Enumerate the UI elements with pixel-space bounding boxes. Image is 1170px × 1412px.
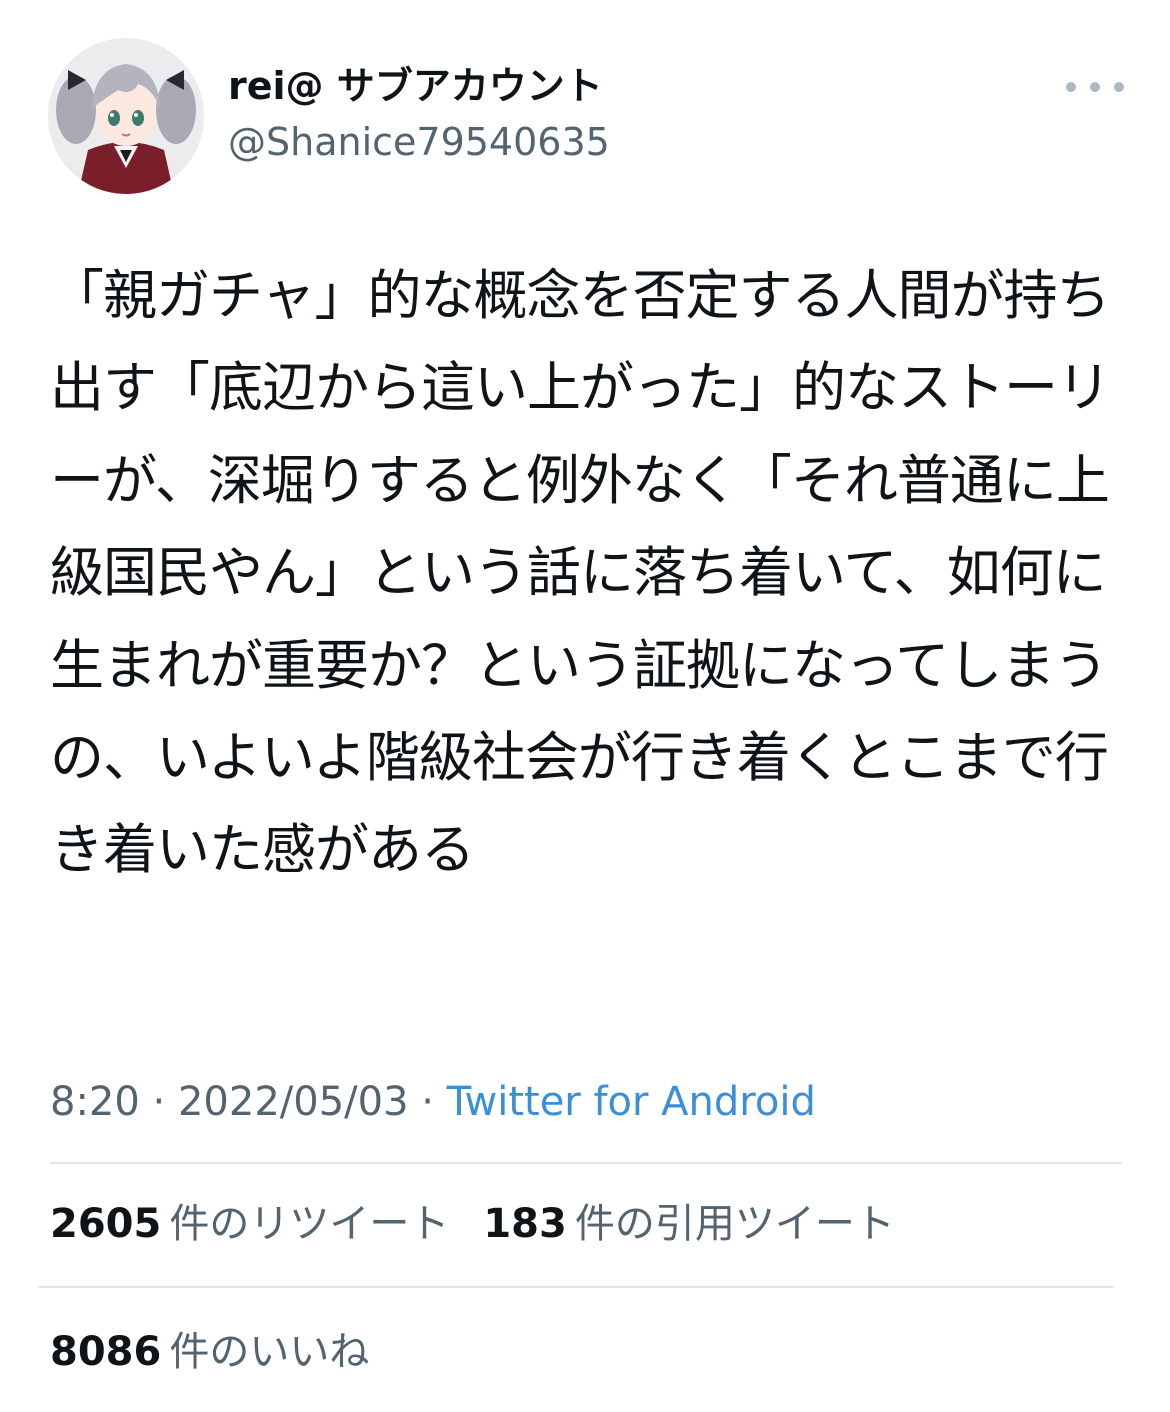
avatar[interactable] (48, 38, 204, 194)
likes-count: 8086 (50, 1329, 162, 1375)
tweet-time[interactable]: 8:20 (50, 1079, 140, 1125)
tweet-meta: 8:20 · 2022/05/03 · Twitter for Android (50, 1074, 816, 1130)
author-handle[interactable]: @Shanice79540635 (228, 116, 610, 168)
tweet-text: 「親ガチャ」的な概念を否定する人間が持ち出す「底辺から這い上がった」的なストーリ… (50, 264, 1111, 882)
meta-separator: · (152, 1079, 166, 1125)
likes-label: 件のいいね (169, 1329, 370, 1375)
more-horizontal-icon[interactable] (1066, 72, 1124, 102)
retweets-label: 件のリツイート (169, 1201, 450, 1247)
quotes-count: 183 (483, 1201, 567, 1247)
divider (38, 1286, 1114, 1288)
retweets-stat[interactable]: 2605 件のリツイート (50, 1196, 449, 1252)
quotes-label: 件の引用ツイート (574, 1201, 895, 1247)
more-dot (1090, 82, 1100, 92)
likes-stat[interactable]: 8086 件のいいね (50, 1324, 369, 1380)
stats-row-shares: 2605 件のリツイート 183 件の引用ツイート (50, 1196, 895, 1252)
more-dot (1066, 82, 1076, 92)
divider (50, 1162, 1122, 1164)
tweet-source-link[interactable]: Twitter for Android (447, 1079, 816, 1125)
retweets-count: 2605 (50, 1201, 162, 1247)
quotes-stat[interactable]: 183 件の引用ツイート (483, 1196, 895, 1252)
tweet-detail: rei@ サブアカウント @Shanice79540635 「親ガチャ」的な概念… (0, 0, 1170, 1412)
author-display-name[interactable]: rei@ サブアカウント (228, 60, 603, 112)
meta-separator: · (421, 1079, 434, 1125)
tweet-date[interactable]: 2022/05/03 (178, 1079, 409, 1125)
anime-avatar-image (48, 38, 204, 194)
more-dot (1114, 82, 1124, 92)
stats-row-likes: 8086 件のいいね (50, 1324, 369, 1380)
